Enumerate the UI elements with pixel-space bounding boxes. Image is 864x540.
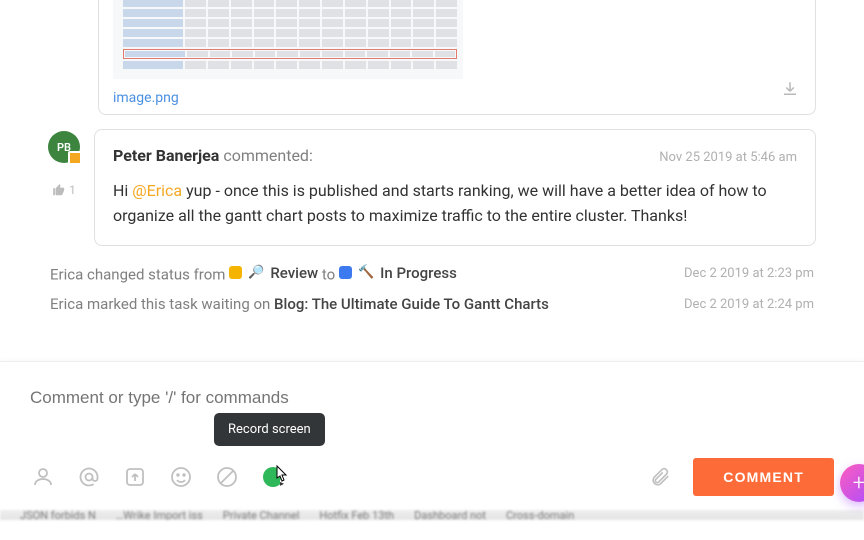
mention-icon[interactable] xyxy=(76,464,102,490)
emoji-icon[interactable] xyxy=(168,464,194,490)
block-icon[interactable] xyxy=(214,464,240,490)
status-square-icon xyxy=(229,266,242,279)
activity-actor[interactable]: Erica xyxy=(50,295,83,313)
system-taskbar: JSON forbids N …Wrike Import iss Private… xyxy=(0,510,864,520)
comment-timestamp: Nov 25 2019 at 5:46 am xyxy=(659,150,797,165)
attachment-card: image.png xyxy=(98,0,816,115)
tooltip: Record screen xyxy=(214,413,325,446)
magnifier-icon: 🔎 xyxy=(248,265,264,280)
status-from: 🔎 Review xyxy=(229,264,318,282)
comment-action: commented: xyxy=(223,146,313,165)
attachment-thumbnail[interactable] xyxy=(113,0,463,79)
like-button[interactable]: 1 xyxy=(52,183,76,197)
linked-task[interactable]: Blog: The Ultimate Guide To Gantt Charts xyxy=(274,295,549,313)
comment-row: PB 1 Peter Banerjea commented: Nov 25 20… xyxy=(48,129,816,246)
attach-icon[interactable] xyxy=(647,464,673,490)
submit-comment-button[interactable]: COMMENT xyxy=(693,458,834,496)
hammer-icon: 🔨 xyxy=(358,265,374,280)
mention[interactable]: @Erica xyxy=(132,181,182,200)
activity-timestamp: Dec 2 2019 at 2:23 pm xyxy=(684,266,814,281)
comment-author[interactable]: Peter Banerjea xyxy=(113,146,219,165)
comment-composer: ▸ COMMENT xyxy=(0,361,864,510)
activity-status-change: Erica changed status from 🔎 Review to 🔨 … xyxy=(50,264,814,284)
status-square-icon xyxy=(339,266,352,279)
activity-waiting-on: Erica marked this task waiting on Blog: … xyxy=(50,295,814,313)
upload-icon[interactable] xyxy=(122,464,148,490)
record-screen-icon[interactable]: ▸ xyxy=(260,464,286,490)
avatar[interactable]: PB xyxy=(48,131,80,163)
download-icon[interactable] xyxy=(781,80,799,102)
comment-body: Hi @Erica yup - once this is published a… xyxy=(113,179,797,229)
comment-card: Peter Banerjea commented: Nov 25 2019 at… xyxy=(94,129,816,246)
activity-timestamp: Dec 2 2019 at 2:24 pm xyxy=(684,297,814,312)
like-count: 1 xyxy=(69,183,76,197)
activity-actor[interactable]: Erica xyxy=(50,265,83,283)
assignee-icon[interactable] xyxy=(30,464,56,490)
attachment-filename[interactable]: image.png xyxy=(113,90,179,106)
status-to: 🔨 In Progress xyxy=(339,264,457,282)
comment-input[interactable] xyxy=(30,388,834,408)
